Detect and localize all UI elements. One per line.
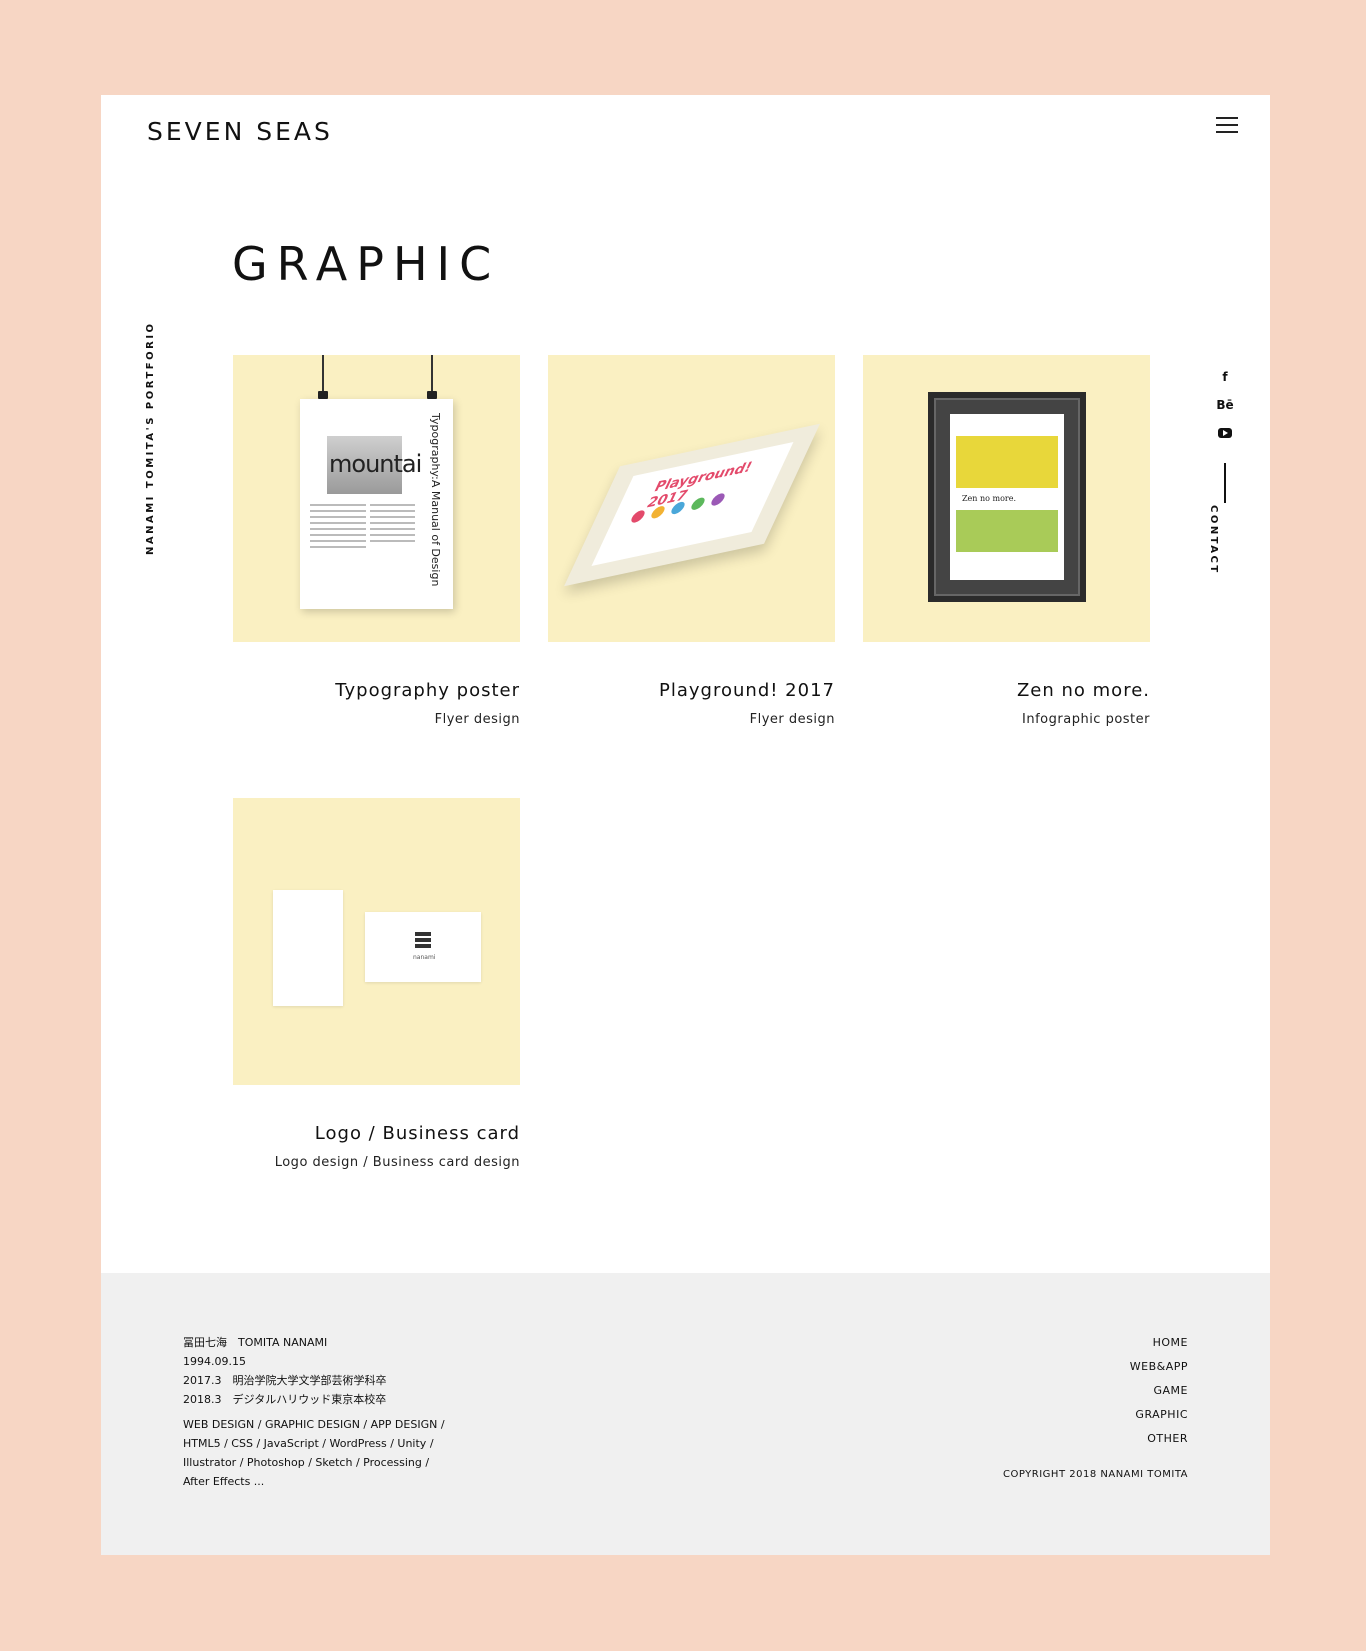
footer-nav-webapp[interactable]: WEB&APP	[1130, 1355, 1188, 1379]
profile-info: 冨田七海 TOMITA NANAMI 1994.09.15 2017.3 明治学…	[183, 1333, 445, 1491]
facebook-icon[interactable]: f	[1213, 365, 1237, 389]
profile-skills: WEB DESIGN / GRAPHIC DESIGN / APP DESIGN…	[183, 1418, 445, 1431]
profile-education: 2018.3 デジタルハリウッド東京本校卒	[183, 1393, 387, 1406]
page-frame: SEVEN SEAS GRAPHIC NANAMI TOMITA'S PORTF…	[101, 95, 1270, 1555]
work-title[interactable]: Logo / Business card	[233, 1123, 520, 1144]
social-links: f Bē	[1213, 365, 1237, 517]
work-title[interactable]: Playground! 2017	[548, 680, 835, 701]
work-card-playground[interactable]: Playground! 2017 Playground! 2017 Flyer …	[548, 355, 835, 727]
page-title: GRAPHIC	[232, 237, 501, 291]
work-thumbnail[interactable]: Zen no more.	[863, 355, 1150, 642]
flyer-image: Playground! 2017	[564, 423, 820, 587]
work-thumbnail[interactable]: mountai Typography:A Manual of Design	[233, 355, 520, 642]
work-title[interactable]: Typography poster	[233, 680, 520, 701]
profile-name: 冨田七海 TOMITA NANAMI	[183, 1336, 328, 1349]
footer-nav-game[interactable]: GAME	[1130, 1379, 1188, 1403]
binder-clip-icon	[318, 355, 328, 399]
business-card-front	[273, 890, 343, 1006]
work-card-typography[interactable]: mountai Typography:A Manual of Design Ty…	[233, 355, 520, 727]
youtube-icon[interactable]	[1213, 421, 1237, 445]
business-card-back: nanami	[365, 912, 481, 982]
profile-birth: 1994.09.15	[183, 1355, 246, 1368]
side-portfolio-label: NANAMI TOMITA'S PORTFORIO	[145, 321, 156, 555]
list-logo-icon	[415, 932, 431, 950]
copyright: COPYRIGHT 2018 NANAMI TOMITA	[1003, 1469, 1188, 1480]
profile-skills: Illustrator / Photoshop / Sketch / Proce…	[183, 1456, 430, 1469]
divider-line	[1224, 463, 1226, 503]
footer-nav-graphic[interactable]: GRAPHIC	[1130, 1403, 1188, 1427]
hamburger-menu-icon[interactable]	[1216, 117, 1238, 137]
work-subtitle: Flyer design	[749, 712, 835, 727]
framed-poster-image: Zen no more.	[928, 392, 1086, 602]
site-logo[interactable]: SEVEN SEAS	[147, 117, 333, 146]
footer-nav: HOME WEB&APP GAME GRAPHIC OTHER	[1130, 1331, 1188, 1451]
work-subtitle: Logo design / Business card design	[274, 1155, 520, 1170]
footer: 冨田七海 TOMITA NANAMI 1994.09.15 2017.3 明治学…	[101, 1273, 1270, 1555]
work-subtitle: Flyer design	[434, 712, 520, 727]
work-card-zen[interactable]: Zen no more. Zen no more. Infographic po…	[863, 355, 1150, 727]
work-subtitle: Infographic poster	[1022, 712, 1150, 727]
profile-education: 2017.3 明治学院大学文学部芸術学科卒	[183, 1374, 387, 1387]
footer-nav-home[interactable]: HOME	[1130, 1331, 1188, 1355]
binder-clip-icon	[427, 355, 437, 399]
work-title[interactable]: Zen no more.	[863, 680, 1150, 701]
poster-image: mountai Typography:A Manual of Design	[300, 399, 453, 609]
footer-nav-other[interactable]: OTHER	[1130, 1427, 1188, 1451]
contact-link[interactable]: CONTACT	[1208, 505, 1219, 575]
profile-skills: HTML5 / CSS / JavaScript / WordPress / U…	[183, 1437, 434, 1450]
profile-skills: After Effects ...	[183, 1475, 265, 1488]
work-thumbnail[interactable]: nanami	[233, 798, 520, 1085]
work-thumbnail[interactable]: Playground! 2017	[548, 355, 835, 642]
behance-icon[interactable]: Bē	[1213, 393, 1237, 417]
work-card-logo[interactable]: nanami Logo / Business card Logo design …	[233, 798, 520, 1170]
